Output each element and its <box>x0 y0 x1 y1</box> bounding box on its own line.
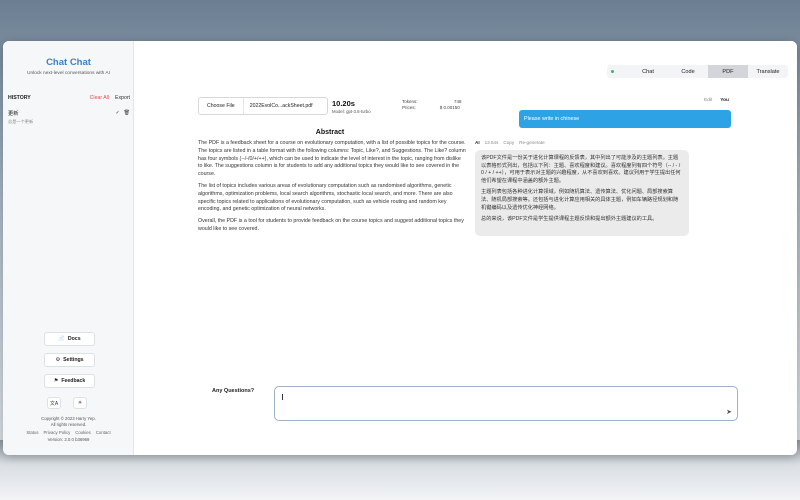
ai-message-bubble: 该PDF文件是一份关于进化计算课程的反馈表，其中列出了可能涉及的主题列表。主题以… <box>475 150 689 236</box>
sidebar-icon-row: 文A ☀ <box>47 397 87 409</box>
footer-link-privacy[interactable]: Privacy Policy <box>44 430 71 435</box>
check-icon[interactable]: ✓ <box>115 110 119 116</box>
docs-button[interactable]: 📄 Docs <box>44 332 95 346</box>
ai-author: AI <box>475 140 480 145</box>
copyright: Copyright © 2023 Harry Yep. All rights r… <box>3 416 134 428</box>
abstract-body: The PDF is a feedback sheet for a course… <box>198 140 466 238</box>
feedback-label: Feedback <box>61 378 86 384</box>
rights-line: All rights reserved. <box>50 422 87 427</box>
settings-label: Settings <box>63 357 84 363</box>
version-text: Version: 2.0.0 b36969 <box>47 437 90 442</box>
status-dot <box>611 70 614 73</box>
user-message-meta: Edit You <box>704 98 729 103</box>
file-picker[interactable]: Choose File 2022EvolCo...ackSheet.pdf <box>198 97 328 115</box>
footer-links: Status Privacy Policy Cookies Contact <box>3 430 134 435</box>
copy-button[interactable]: Copy <box>503 140 514 145</box>
ai-paragraph: 主题列表包括各种进化计算领域，例如随机算法、遗传算法、优化问题、局部搜索算法、随… <box>481 189 679 211</box>
text-caret <box>282 394 283 400</box>
docs-label: Docs <box>67 336 81 342</box>
abstract-paragraph: The list of topics includes various area… <box>198 182 453 213</box>
ai-paragraph: 总的来说，该PDF文件是学生提供课程主题反馈和提出额外主题建议的工具。 <box>481 216 658 223</box>
history-heading: HISTORY <box>8 95 31 101</box>
history-item[interactable]: 更新 总是一个更新 ✓ 🗑 <box>8 110 130 126</box>
tab-translate[interactable]: Translate <box>748 65 788 78</box>
abstract-title: Abstract <box>315 129 345 136</box>
gear-icon: ⚙ <box>55 357 61 363</box>
prices-label: Prices: <box>402 105 416 110</box>
document-icon: 📄 <box>58 336 65 342</box>
tab-chat[interactable]: Chat <box>628 65 668 78</box>
footer-link-cookies[interactable]: Cookies <box>75 430 91 435</box>
export-button[interactable]: Export <box>115 95 130 101</box>
app-window: Chat Chat Unlock next-level conversation… <box>3 41 797 455</box>
send-icon[interactable]: ➤ <box>726 408 732 416</box>
abstract-paragraph: The PDF is a feedback sheet for a course… <box>198 140 466 178</box>
abstract-paragraph: Overall, the PDF is a tool for students … <box>198 218 464 232</box>
app-subtitle: Unlock next-level conversations with AI <box>27 71 110 76</box>
mode-tabs: Chat Code PDF Translate <box>607 65 788 78</box>
user-message-bubble: Please write in chinese <box>519 110 731 128</box>
history-header: HISTORY Clear All Export <box>8 95 130 101</box>
history-item-subtitle: 总是一个更新 <box>8 119 34 124</box>
question-input[interactable]: ➤ <box>274 386 738 421</box>
ai-message-meta: AI 13.54s Copy Re-generate <box>475 140 545 145</box>
delete-icon[interactable]: 🗑 <box>124 110 130 116</box>
model-name: Model: gpt-3.5-turbo <box>332 108 371 114</box>
theme-toggle-icon[interactable]: ☀ <box>73 397 87 409</box>
token-info: Tokens: 748 Prices: $ 0.00150 <box>402 99 462 111</box>
prices-value: $ 0.00150 <box>439 105 460 110</box>
main-panel: Chat Code PDF Translate Choose File 2022… <box>134 41 797 455</box>
ai-response-time: 13.54s <box>484 140 499 145</box>
regenerate-button[interactable]: Re-generate <box>519 140 545 145</box>
tab-pdf[interactable]: PDF <box>708 65 748 78</box>
sidebar: Chat Chat Unlock next-level conversation… <box>3 41 134 455</box>
choose-file-button[interactable]: Choose File <box>199 98 244 114</box>
question-label: Any Questions? <box>212 388 255 394</box>
clear-all-button[interactable]: Clear All <box>90 95 109 101</box>
response-time: 10.20s <box>332 98 355 108</box>
footer-link-contact[interactable]: Contact <box>96 430 111 435</box>
ai-paragraph: 该PDF文件是一份关于进化计算课程的反馈表，其中列出了可能涉及的主题列表。主题以… <box>481 155 681 184</box>
app-title: Chat Chat <box>46 57 91 68</box>
history-item-title: 更新 <box>8 111 19 117</box>
response-stats: 10.20s Model: gpt-3.5-turbo <box>332 99 371 114</box>
edit-button[interactable]: Edit <box>704 98 712 103</box>
footer-link-status[interactable]: Status <box>26 430 38 435</box>
user-author: You <box>720 98 729 103</box>
settings-button[interactable]: ⚙ Settings <box>44 353 95 367</box>
feedback-button[interactable]: ⚑ Feedback <box>44 374 95 388</box>
file-name: 2022EvolCo...ackSheet.pdf <box>249 103 313 109</box>
flag-icon: ⚑ <box>53 378 59 384</box>
tab-code[interactable]: Code <box>668 65 708 78</box>
translate-icon[interactable]: 文A <box>47 397 61 409</box>
